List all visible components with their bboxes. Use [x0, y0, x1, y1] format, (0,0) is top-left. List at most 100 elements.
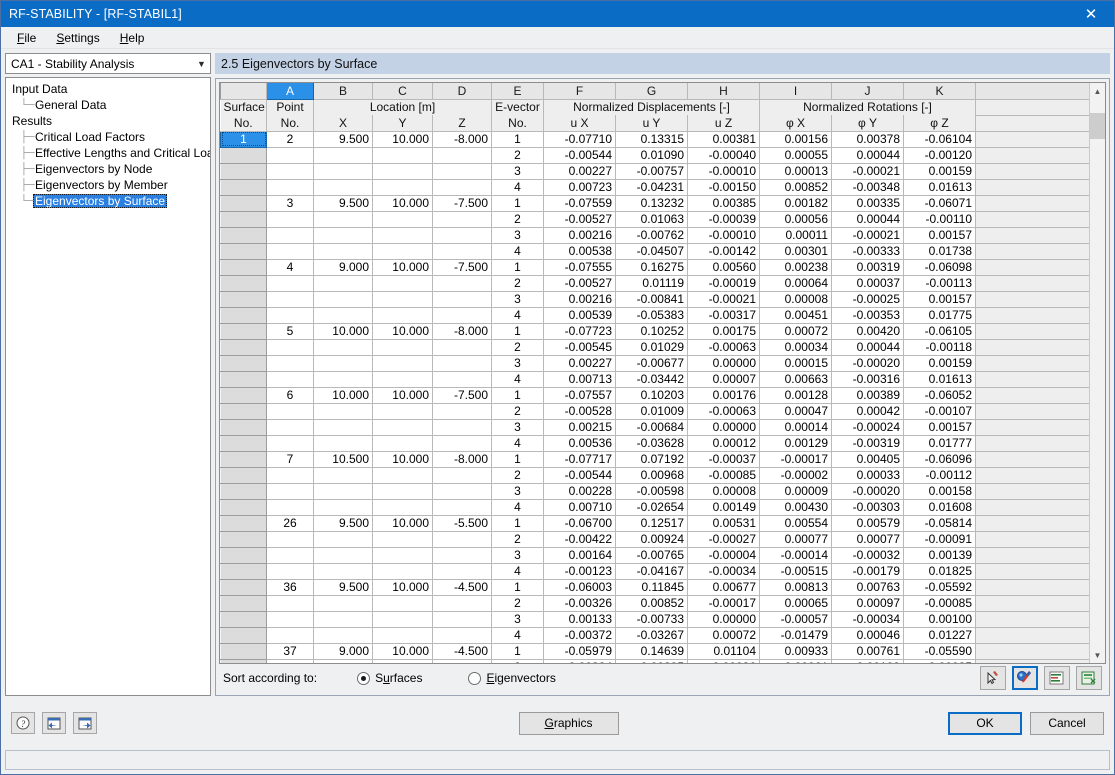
point-no[interactable] [266, 483, 314, 500]
point-no[interactable] [266, 275, 314, 292]
radio-sort-eigenvectors[interactable]: Eigenvectors [468, 671, 556, 685]
phiz-value[interactable]: 0.00159 [903, 355, 976, 372]
location-y[interactable] [372, 467, 433, 484]
table-row[interactable]: 2 -0.00545 0.01029 -0.00063 0.00034 0.00044 -0… [220, 338, 1089, 356]
row-header-surface-no[interactable] [220, 274, 267, 292]
location-z[interactable]: -7.500 [432, 258, 492, 276]
ux-value[interactable]: -0.00545 [543, 339, 616, 356]
phix-value[interactable]: 0.00056 [759, 211, 832, 228]
uz-value[interactable]: 0.00381 [687, 130, 760, 148]
menu-help[interactable]: Help [110, 29, 155, 47]
uz-value[interactable]: 0.00677 [687, 578, 760, 596]
row-header-surface-no[interactable] [220, 210, 267, 228]
phiz-value[interactable]: 0.00157 [903, 227, 976, 244]
table-row[interactable]: 4 0.00710 -0.02654 0.00149 0.00430 -0.00303 0.… [220, 498, 1089, 516]
location-z[interactable] [432, 275, 492, 292]
phix-value[interactable]: -0.00002 [759, 467, 832, 484]
location-z[interactable] [432, 611, 492, 628]
table-row[interactable]: 3 0.00216 -0.00841 -0.00021 0.00008 -0.00025 0… [220, 290, 1089, 308]
location-y[interactable] [372, 339, 433, 356]
location-y[interactable]: 10.000 [372, 194, 433, 212]
evector-no[interactable]: 1 [491, 642, 544, 660]
phiz-value[interactable]: 0.01613 [903, 371, 976, 388]
evector-no[interactable]: 4 [491, 179, 544, 196]
location-x[interactable] [313, 371, 373, 388]
phix-value[interactable]: 0.00129 [759, 435, 832, 452]
location-z[interactable]: -7.500 [432, 386, 492, 404]
case-selector-combobox[interactable]: CA1 - Stability Analysis ▼ [5, 53, 211, 74]
location-z[interactable] [432, 483, 492, 500]
phiz-value[interactable]: -0.06071 [903, 194, 976, 212]
table-row[interactable]: 2 -0.00528 0.01009 -0.00063 0.00047 0.00042 -0… [220, 402, 1089, 420]
table-row[interactable]: 4 0.00538 -0.04507 -0.00142 0.00301 -0.00333 0… [220, 242, 1089, 260]
uz-value[interactable]: -0.00063 [687, 339, 760, 356]
uz-value[interactable]: -0.00004 [687, 547, 760, 564]
phiz-value[interactable]: 0.01775 [903, 307, 976, 324]
location-x[interactable] [313, 467, 373, 484]
uz-value[interactable]: -0.00039 [687, 211, 760, 228]
uz-value[interactable]: -0.00085 [687, 467, 760, 484]
ux-value[interactable]: 0.00133 [543, 611, 616, 628]
table-row[interactable]: 3 0.00215 -0.00684 0.00000 0.00014 -0.00024 0.… [220, 418, 1089, 436]
tree-item-general-data[interactable]: └─ General Data [10, 97, 208, 113]
vertical-scrollbar[interactable]: ▲ ▼ [1089, 83, 1105, 663]
phiz-value[interactable]: 0.01738 [903, 243, 976, 260]
uz-value[interactable]: -0.00037 [687, 450, 760, 468]
phiy-value[interactable]: 0.00077 [831, 531, 904, 548]
evector-no[interactable]: 4 [491, 307, 544, 324]
phiy-value[interactable]: -0.00020 [831, 483, 904, 500]
uy-value[interactable]: -0.00598 [615, 483, 688, 500]
uy-value[interactable]: -0.03442 [615, 371, 688, 388]
uz-value[interactable]: -0.00063 [687, 403, 760, 420]
uz-value[interactable]: 0.00007 [687, 371, 760, 388]
phiy-value[interactable]: -0.00024 [831, 419, 904, 436]
phix-value[interactable]: 0.00064 [759, 275, 832, 292]
uz-value[interactable]: 0.00531 [687, 514, 760, 532]
phix-value[interactable]: 0.00128 [759, 386, 832, 404]
uy-value[interactable]: 0.14639 [615, 642, 688, 660]
row-header-surface-no[interactable] [220, 402, 267, 420]
phiz-value[interactable]: -0.00118 [903, 339, 976, 356]
phiy-value[interactable]: -0.00179 [831, 563, 904, 580]
uy-value[interactable]: -0.03628 [615, 435, 688, 452]
evector-no[interactable]: 2 [491, 147, 544, 164]
ux-value[interactable]: 0.00216 [543, 291, 616, 308]
ux-value[interactable]: -0.00544 [543, 467, 616, 484]
location-y[interactable] [372, 483, 433, 500]
phix-value[interactable]: -0.00017 [759, 450, 832, 468]
row-header-surface-no[interactable] [220, 594, 267, 612]
ux-value[interactable]: -0.07557 [543, 386, 616, 404]
evector-no[interactable]: 1 [491, 450, 544, 468]
uz-value[interactable]: 0.00012 [687, 435, 760, 452]
location-y[interactable]: 10.000 [372, 386, 433, 404]
point-no[interactable] [266, 243, 314, 260]
uz-value[interactable]: 0.00000 [687, 611, 760, 628]
phiy-value[interactable]: 0.00405 [831, 450, 904, 468]
location-x[interactable] [313, 227, 373, 244]
location-x[interactable]: 9.000 [313, 258, 373, 276]
uy-value[interactable]: 0.07192 [615, 450, 688, 468]
location-x[interactable]: 9.500 [313, 130, 373, 148]
phiz-value[interactable]: -0.00091 [903, 531, 976, 548]
point-no[interactable] [266, 371, 314, 388]
evector-no[interactable]: 2 [491, 211, 544, 228]
uy-value[interactable]: -0.00762 [615, 227, 688, 244]
uz-value[interactable]: -0.00019 [687, 275, 760, 292]
phiy-value[interactable]: 0.00044 [831, 211, 904, 228]
phiy-value[interactable]: -0.00348 [831, 179, 904, 196]
phiz-value[interactable]: 0.00157 [903, 291, 976, 308]
uy-value[interactable]: -0.00684 [615, 419, 688, 436]
phiz-value[interactable]: 0.01613 [903, 179, 976, 196]
location-x[interactable] [313, 307, 373, 324]
evector-no[interactable]: 1 [491, 130, 544, 148]
graphics-button[interactable]: Graphics [518, 711, 619, 735]
location-z[interactable] [432, 499, 492, 516]
location-z[interactable]: -4.500 [432, 642, 492, 660]
ux-value[interactable]: -0.00528 [543, 403, 616, 420]
phiy-value[interactable]: 0.00033 [831, 467, 904, 484]
location-z[interactable] [432, 307, 492, 324]
location-z[interactable] [432, 595, 492, 612]
location-z[interactable]: -5.500 [432, 514, 492, 532]
table-row[interactable]: 3 0.00227 -0.00757 -0.00010 0.00013 -0.00021 0… [220, 162, 1089, 180]
location-x[interactable] [313, 563, 373, 580]
